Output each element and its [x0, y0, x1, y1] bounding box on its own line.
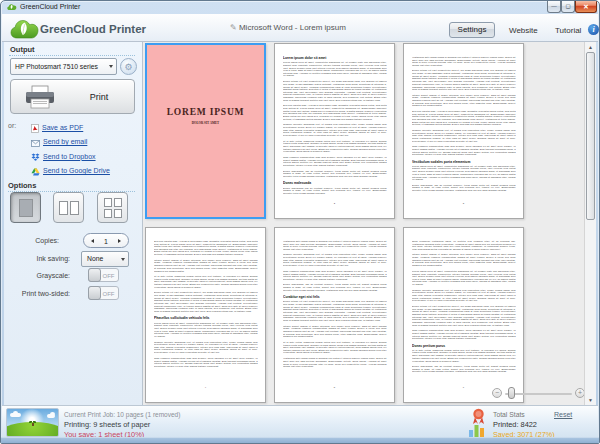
page-number: 2	[317, 202, 353, 205]
page-text: Vestibulum ante ipsum primis in faucibus…	[412, 56, 516, 195]
cover-subtitle: DOLOR SIT AMET	[179, 121, 232, 125]
close-button[interactable]: ✕	[575, 1, 597, 13]
output-link-label[interactable]: Send by email	[43, 138, 87, 145]
app-title: GreenCloud Printer	[40, 23, 146, 35]
copies-value: 1	[84, 238, 128, 245]
layout-4up-button[interactable]	[97, 192, 128, 223]
scroll-up-icon[interactable]: ▲	[585, 42, 596, 52]
ink-saving-select[interactable]: None	[81, 251, 129, 267]
document-title: ✎ Microsoft Word - Lorem ipsum	[230, 23, 346, 32]
zoom-slider-track[interactable]	[505, 393, 572, 395]
two-sided-label: Print two-sided:	[4, 290, 70, 297]
ink-saving-label: Ink saving:	[4, 255, 70, 262]
title-bar[interactable]: GreenCloud Printer — ▢ ✕	[1, 1, 599, 14]
window-title: GreenCloud Printer	[20, 3, 80, 10]
page-thumbnail-2[interactable]: Lorem ipsum dolor sit ametLorem ipsum do…	[274, 43, 395, 219]
reset-link[interactable]: Reset	[554, 411, 572, 418]
zoom-slider-thumb[interactable]	[508, 387, 515, 399]
cover-title: LOREM IPSUM	[147, 107, 264, 117]
app-icon	[7, 3, 17, 11]
output-link-email[interactable]: Send by email	[31, 136, 87, 148]
quantity-stepper[interactable]: 1	[83, 233, 129, 248]
pencil-icon: ✎	[230, 23, 237, 32]
layout-1up-button[interactable]	[10, 192, 41, 223]
output-label: Output	[10, 45, 35, 54]
tutorial-link[interactable]: Tutorial	[555, 26, 581, 35]
zoom-out-icon[interactable]: −	[492, 388, 502, 398]
page-thumbnail-cover-removed[interactable]: LOREM IPSUM DOLOR SIT AMET	[145, 43, 266, 219]
scrollbar-thumb[interactable]	[586, 52, 595, 220]
status-bar: Current Print Job: 10 pages (1 removed) …	[2, 405, 598, 439]
page-text: Lorem ipsum dolor sit ametLorem ipsum do…	[283, 56, 387, 198]
page-thumbnail-5[interactable]: Vestibulum ante ipsum primis in faucibus…	[274, 227, 395, 403]
output-link-dropbox[interactable]: Send to Dropbox	[31, 150, 96, 162]
scroll-down-icon[interactable]: ▼	[585, 395, 596, 405]
chevron-down-icon	[109, 65, 113, 68]
page-thumbnail-6[interactable]: Nunc commodo vestibulum ligula, eu portt…	[403, 227, 524, 403]
sidebar: Output HP Photosmart 7510 series ⚙ Print…	[4, 42, 142, 405]
minimize-button[interactable]: —	[547, 1, 561, 13]
greencloud-logo-icon	[10, 17, 40, 41]
page-number: 6	[446, 386, 482, 389]
page-number: 5	[317, 386, 353, 389]
gear-icon[interactable]: ⚙	[120, 58, 137, 75]
page-text: Vestibulum ante ipsum primis in faucibus…	[283, 240, 387, 371]
chevron-down-icon	[121, 258, 125, 261]
increment-icon[interactable]	[118, 239, 121, 243]
page-thumbnail-3[interactable]: Vestibulum ante ipsum primis in faucibus…	[403, 43, 524, 219]
grayscale-toggle[interactable]: OFF	[88, 268, 119, 282]
vertical-scrollbar[interactable]: ▲ ▼	[584, 42, 596, 405]
page-text: Nunc commodo vestibulum ligula, eu portt…	[412, 240, 516, 376]
printer-select[interactable]: HP Photosmart 7510 series	[10, 58, 117, 75]
output-link-google-drive[interactable]: Send to Google Drive	[31, 165, 110, 177]
window-frame-bottom	[1, 437, 599, 443]
page-number: 4	[188, 386, 224, 389]
current-job-line: Current Print Job: 10 pages (1 removed)	[64, 411, 180, 418]
page-number: 3	[446, 202, 482, 205]
page-text: Sed non lobortis nibh. Aenean in sceleri…	[154, 240, 258, 371]
output-link-label[interactable]: Send to Google Drive	[43, 167, 110, 174]
print-button[interactable]: Print	[10, 79, 135, 114]
bar-chart-icon	[468, 423, 486, 438]
layout-2up-button[interactable]	[53, 192, 84, 223]
google-drive-icon	[31, 162, 40, 180]
total-stats-label: Total Stats	[493, 411, 525, 418]
zoom-slider[interactable]: − +	[492, 386, 585, 400]
settings-button[interactable]: Settings	[449, 22, 495, 38]
copies-label: Copies:	[4, 237, 59, 244]
info-icon[interactable]: i	[588, 24, 599, 35]
printer-icon	[25, 85, 55, 110]
preview-area: LOREM IPSUM DOLOR SIT AMET Lorem ipsum dol…	[142, 42, 596, 405]
printed-line: Printed: 8422	[493, 420, 537, 429]
options-label: Options	[8, 181, 36, 190]
maximize-button[interactable]: ▢	[561, 1, 575, 13]
or-label: or:	[8, 122, 16, 129]
website-link[interactable]: Website	[509, 26, 538, 35]
app-window: GreenCloud Printer — ▢ ✕ GreenCloud Prin…	[0, 0, 600, 444]
grayscale-label: Grayscale:	[4, 272, 70, 279]
printing-line: Printing: 9 sheets of paper	[64, 420, 150, 429]
header-bar: GreenCloud Printer ✎ Microsoft Word - Lo…	[2, 14, 598, 42]
output-link-label[interactable]: Save as PDF	[42, 124, 83, 131]
landscape-image	[6, 408, 59, 437]
output-link-label[interactable]: Send to Dropbox	[43, 153, 96, 160]
print-button-label: Print	[69, 92, 129, 102]
two-sided-toggle[interactable]: OFF	[88, 286, 119, 300]
page-thumbnail-4[interactable]: Sed non lobortis nibh. Aenean in sceleri…	[145, 227, 266, 403]
